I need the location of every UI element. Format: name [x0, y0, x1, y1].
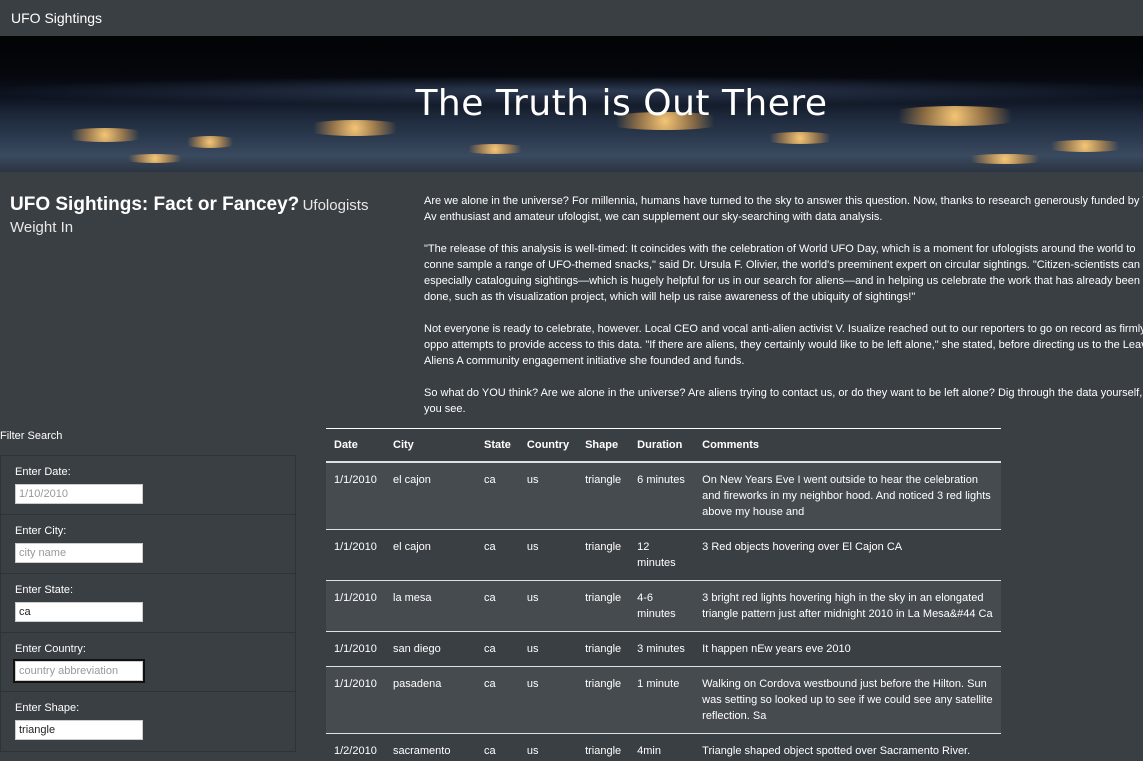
column-header-comments: Comments	[694, 428, 1001, 463]
cell-city: el cajon	[385, 461, 476, 529]
cell-comments: It happen nEw years eve 2010	[694, 630, 1001, 666]
filter-search-title: Filter Search	[0, 430, 63, 442]
cell-duration: 12 minutes	[629, 528, 695, 580]
cell-country: us	[518, 579, 578, 631]
table-row: 1/1/2010 el cajon ca us triangle 12 minu…	[326, 528, 1001, 580]
cell-date: 1/2/2010	[326, 732, 385, 761]
cell-comments: 3 Red objects hovering over El Cajon CA	[694, 528, 1001, 580]
state-label: Enter State:	[15, 584, 74, 596]
cell-date: 1/1/2010	[326, 630, 385, 666]
column-header-duration: Duration	[629, 428, 695, 463]
city-light	[760, 132, 840, 144]
cell-state: ca	[476, 528, 519, 580]
country-input[interactable]	[13, 659, 145, 683]
filter-city: Enter City:	[1, 515, 295, 574]
cell-comments: Triangle shaped object spotted over Sacr…	[694, 732, 1001, 761]
article-paragraph: So what do YOU think? Are we alone in th…	[424, 387, 1143, 415]
filter-shape: Enter Shape:	[1, 692, 295, 751]
cell-comments: 3 bright red lights hovering high in the…	[694, 579, 1001, 631]
city-label: Enter City:	[15, 525, 67, 537]
cell-date: 1/1/2010	[326, 579, 385, 631]
date-input[interactable]	[15, 484, 143, 504]
cell-duration: 1 minute	[629, 665, 695, 733]
cell-city: pasadena	[385, 665, 476, 733]
cell-date: 1/1/2010	[326, 665, 385, 733]
cell-country: us	[518, 461, 578, 529]
city-light	[60, 128, 150, 142]
article-paragraph: "The release of this analysis is well-ti…	[424, 243, 1143, 303]
shape-input[interactable]	[15, 720, 143, 740]
date-label: Enter Date:	[15, 466, 71, 478]
filter-country: Enter Country:	[1, 633, 295, 692]
cell-duration: 4-6 minutes	[629, 579, 695, 631]
hero-title: The Truth is Out There	[415, 83, 828, 124]
cell-comments: On New Years Eve I went outside to hear …	[694, 461, 1001, 529]
navbar-brand-link[interactable]: UFO Sightings	[11, 10, 102, 26]
cell-state: ca	[476, 579, 519, 631]
cell-duration: 3 minutes	[629, 630, 695, 666]
cell-shape: triangle	[577, 461, 630, 529]
table-row: 1/2/2010 sacramento ca us triangle 4min …	[326, 732, 1001, 761]
article-paragraph: Are we alone in the universe? For millen…	[424, 195, 1143, 223]
table-row: 1/1/2010 san diego ca us triangle 3 minu…	[326, 630, 1001, 666]
cell-city: la mesa	[385, 579, 476, 631]
city-input[interactable]	[15, 543, 143, 563]
article-text: Are we alone in the universe? For millen…	[424, 193, 1143, 433]
cell-shape: triangle	[577, 579, 630, 631]
cell-shape: triangle	[577, 665, 630, 733]
cell-date: 1/1/2010	[326, 461, 385, 529]
cell-country: us	[518, 630, 578, 666]
filter-date: Enter Date:	[1, 456, 295, 515]
page-title: UFO Sightings: Fact or Fancey?	[10, 194, 300, 215]
city-light	[960, 154, 1050, 164]
cell-shape: triangle	[577, 732, 630, 761]
cell-duration: 6 minutes	[629, 461, 695, 529]
cell-country: us	[518, 665, 578, 733]
sightings-table-wrapper: Date City State Country Shape Duration C…	[326, 428, 1001, 761]
cell-state: ca	[476, 665, 519, 733]
column-header-country: Country	[518, 428, 578, 463]
column-header-date: Date	[326, 428, 385, 463]
cell-shape: triangle	[577, 528, 630, 580]
cell-state: ca	[476, 732, 519, 761]
cell-country: us	[518, 528, 578, 580]
city-light	[180, 136, 240, 148]
cell-duration: 4min	[629, 732, 695, 761]
navbar: UFO Sightings	[0, 0, 1143, 36]
cell-city: el cajon	[385, 528, 476, 580]
cell-city: sacramento	[385, 732, 476, 761]
table-header-row: Date City State Country Shape Duration C…	[326, 428, 1001, 463]
city-light	[120, 154, 190, 163]
cell-state: ca	[476, 461, 519, 529]
cell-state: ca	[476, 630, 519, 666]
filter-panel: Enter Date: Enter City: Enter State: Ent…	[0, 455, 296, 752]
table-row: 1/1/2010 el cajon ca us triangle 6 minut…	[326, 461, 1001, 529]
filter-state: Enter State:	[1, 574, 295, 633]
page-heading: UFO Sightings: Fact or Fancey? Ufologist…	[10, 194, 405, 239]
article-paragraph: Not everyone is ready to celebrate, howe…	[424, 323, 1143, 367]
table-row: 1/1/2010 la mesa ca us triangle 4-6 minu…	[326, 579, 1001, 631]
table-row: 1/1/2010 pasadena ca us triangle 1 minut…	[326, 665, 1001, 733]
cell-shape: triangle	[577, 630, 630, 666]
sightings-table: Date City State Country Shape Duration C…	[326, 428, 1001, 761]
column-header-state: State	[476, 428, 519, 463]
hero-banner: The Truth is Out There	[0, 36, 1143, 172]
state-input[interactable]	[15, 602, 143, 622]
cell-date: 1/1/2010	[326, 528, 385, 580]
column-header-shape: Shape	[577, 428, 630, 463]
city-light	[460, 144, 530, 154]
country-label: Enter Country:	[15, 643, 86, 655]
cell-city: san diego	[385, 630, 476, 666]
city-light	[1040, 140, 1130, 152]
column-header-city: City	[385, 428, 476, 463]
cell-comments: Walking on Cordova westbound just before…	[694, 665, 1001, 733]
cell-country: us	[518, 732, 578, 761]
shape-label: Enter Shape:	[15, 702, 80, 714]
